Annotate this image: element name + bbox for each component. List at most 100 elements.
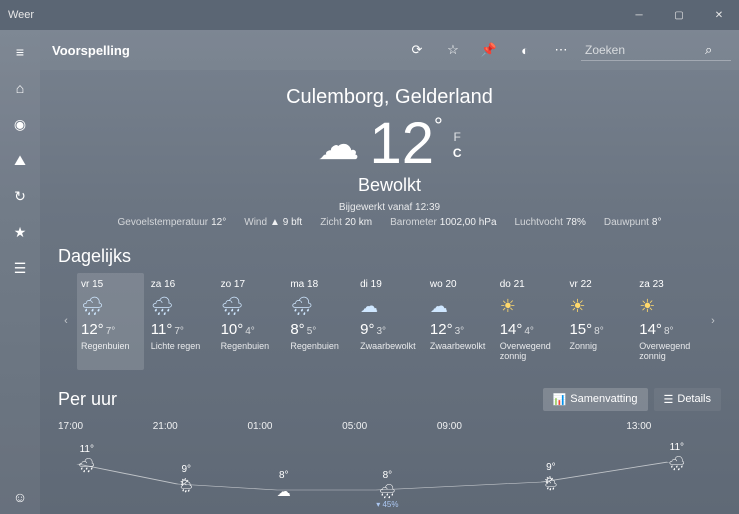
feedback-icon[interactable]: ☺ [0, 479, 40, 514]
metric: Gevoelstemperatuur12° [118, 217, 227, 228]
hour-temp: 9° [546, 462, 556, 473]
chart-icon: 📊 [553, 393, 567, 406]
favorites-icon[interactable]: ★ [0, 214, 40, 250]
day-name: di 19 [360, 279, 419, 290]
day-high: 12° [430, 321, 453, 338]
current-condition-icon: ☁ [318, 120, 360, 169]
current-weather: ☁ 12° F C [58, 115, 721, 173]
day-high: 14° [639, 321, 662, 338]
hour-point: 8° ☁ [277, 470, 291, 500]
titlebar: Weer ─ ▢ ✕ [0, 0, 739, 30]
day-card[interactable]: do 21☀14°4°Overwegend zonnig [496, 273, 563, 370]
daily-prev[interactable]: ‹ [58, 273, 74, 370]
maximize-button[interactable]: ▢ [659, 0, 699, 30]
hour-time: 09:00 [437, 421, 532, 432]
unit-f[interactable]: F [453, 130, 462, 146]
location-name: Culemborg, Gelderland [58, 86, 721, 109]
day-icon: ☁ [430, 296, 489, 317]
day-name: wo 20 [430, 279, 489, 290]
close-button[interactable]: ✕ [699, 0, 739, 30]
menu-icon[interactable]: ≡ [0, 34, 40, 70]
radar-icon[interactable]: ◉ [0, 106, 40, 142]
hour-icon: 🌦 [177, 477, 195, 494]
day-condition: Overwegend zonnig [500, 342, 559, 362]
day-card[interactable]: za 16🌧11°7°Lichte regen [147, 273, 214, 370]
day-name: zo 17 [221, 279, 280, 290]
metric: Zicht20 km [320, 217, 372, 228]
minimize-button[interactable]: ─ [619, 0, 659, 30]
history-icon[interactable]: ↻ [0, 178, 40, 214]
hour-icon: ☁ [277, 483, 291, 500]
search-icon[interactable]: ⌕ [705, 42, 712, 58]
unit-c[interactable]: C [453, 146, 462, 162]
more-icon[interactable]: ⋯ [545, 34, 577, 66]
hour-precip: ▾ 45% [376, 500, 398, 509]
day-card[interactable]: vr 22☀15°8°Zonnig [565, 273, 632, 370]
hour-time: 21:00 [153, 421, 248, 432]
day-condition: Zonnig [569, 342, 628, 352]
hour-temp: 11° [670, 442, 684, 453]
hour-icon: 🌧 [378, 483, 396, 500]
day-icon: ☀ [500, 296, 559, 317]
day-high: 14° [500, 321, 523, 338]
metric: Barometer1002,00 hPa [390, 217, 496, 228]
day-low: 5° [307, 326, 317, 337]
hour-point: 11° 🌧 [668, 442, 686, 472]
hour-time: 01:00 [247, 421, 342, 432]
day-low: 8° [664, 326, 674, 337]
day-name: za 23 [639, 279, 698, 290]
view-title: Voorspelling [52, 43, 130, 58]
metrics: Gevoelstemperatuur12°Wind▲ 9 bftZicht20 … [58, 217, 721, 228]
day-card[interactable]: di 19☁9°3°Zwaarbewolkt [356, 273, 423, 370]
hour-point: 9° 🌦 [177, 464, 195, 494]
home-icon[interactable]: ⌂ [0, 70, 40, 106]
search-input[interactable] [585, 43, 705, 57]
tab-summary[interactable]: 📊 Samenvatting [543, 388, 648, 411]
news-icon[interactable]: ☰ [0, 250, 40, 286]
day-card[interactable]: zo 17🌧10°4°Regenbuien [217, 273, 284, 370]
daily-next[interactable]: › [705, 273, 721, 370]
day-icon: 🌧 [151, 296, 210, 317]
day-high: 8° [290, 321, 304, 338]
day-card[interactable]: za 23☀14°8°Overwegend zonnig [635, 273, 702, 370]
day-icon: ☁ [360, 296, 419, 317]
day-card[interactable]: wo 20 ☁ 12°3° Zwaarbewolkt [426, 273, 493, 370]
day-name: do 21 [500, 279, 559, 290]
tab-details[interactable]: ☰ Details [654, 388, 722, 411]
hour-icon: 🌦 [542, 475, 560, 492]
day-low: 7° [106, 326, 116, 337]
hour-time: 17:00 [58, 421, 153, 432]
day-card[interactable]: ma 18🌧8°5°Regenbuien [286, 273, 353, 370]
day-low: 3° [455, 326, 465, 337]
day-icon: ☀ [569, 296, 628, 317]
day-icon: 🌧 [290, 296, 349, 317]
hour-time [532, 421, 627, 432]
app-title: Weer [8, 9, 34, 21]
day-name: vr 15 [81, 279, 140, 290]
updated-time: Bijgewerkt vanaf 12:39 [58, 202, 721, 213]
day-condition: Zwaarbewolkt [360, 342, 419, 352]
day-high: 11° [151, 321, 173, 338]
hour-temp: 8° [279, 470, 289, 481]
hour-icon: 🌧 [668, 455, 686, 472]
day-card[interactable]: vr 15🌧12°7°Regenbuien [77, 273, 144, 370]
refresh-icon[interactable]: ⟳ [401, 34, 433, 66]
theme-icon[interactable]: ◐ [509, 34, 541, 66]
topbar: Voorspelling ⟳ ☆ 📌 ◐ ⋯ ⌕ [40, 30, 739, 70]
hourly-title: Per uur [58, 389, 543, 410]
day-low: 8° [594, 326, 604, 337]
day-name: ma 18 [290, 279, 349, 290]
favorite-icon[interactable]: ☆ [437, 34, 469, 66]
map-icon[interactable]: ⛰ [0, 142, 40, 178]
hour-temp: 9° [181, 464, 191, 475]
search-box[interactable]: ⌕ [581, 40, 731, 61]
day-condition: Zwaarbewolkt [430, 342, 489, 352]
current-condition: Bewolkt [58, 175, 721, 196]
day-icon: 🌧 [81, 296, 140, 317]
day-condition: Lichte regen [151, 342, 210, 352]
day-high: 10° [221, 321, 244, 338]
metric: Luchtvocht78% [515, 217, 586, 228]
pin-icon[interactable]: 📌 [473, 34, 505, 66]
day-low: 4° [245, 326, 255, 337]
day-low: 7° [174, 326, 184, 337]
